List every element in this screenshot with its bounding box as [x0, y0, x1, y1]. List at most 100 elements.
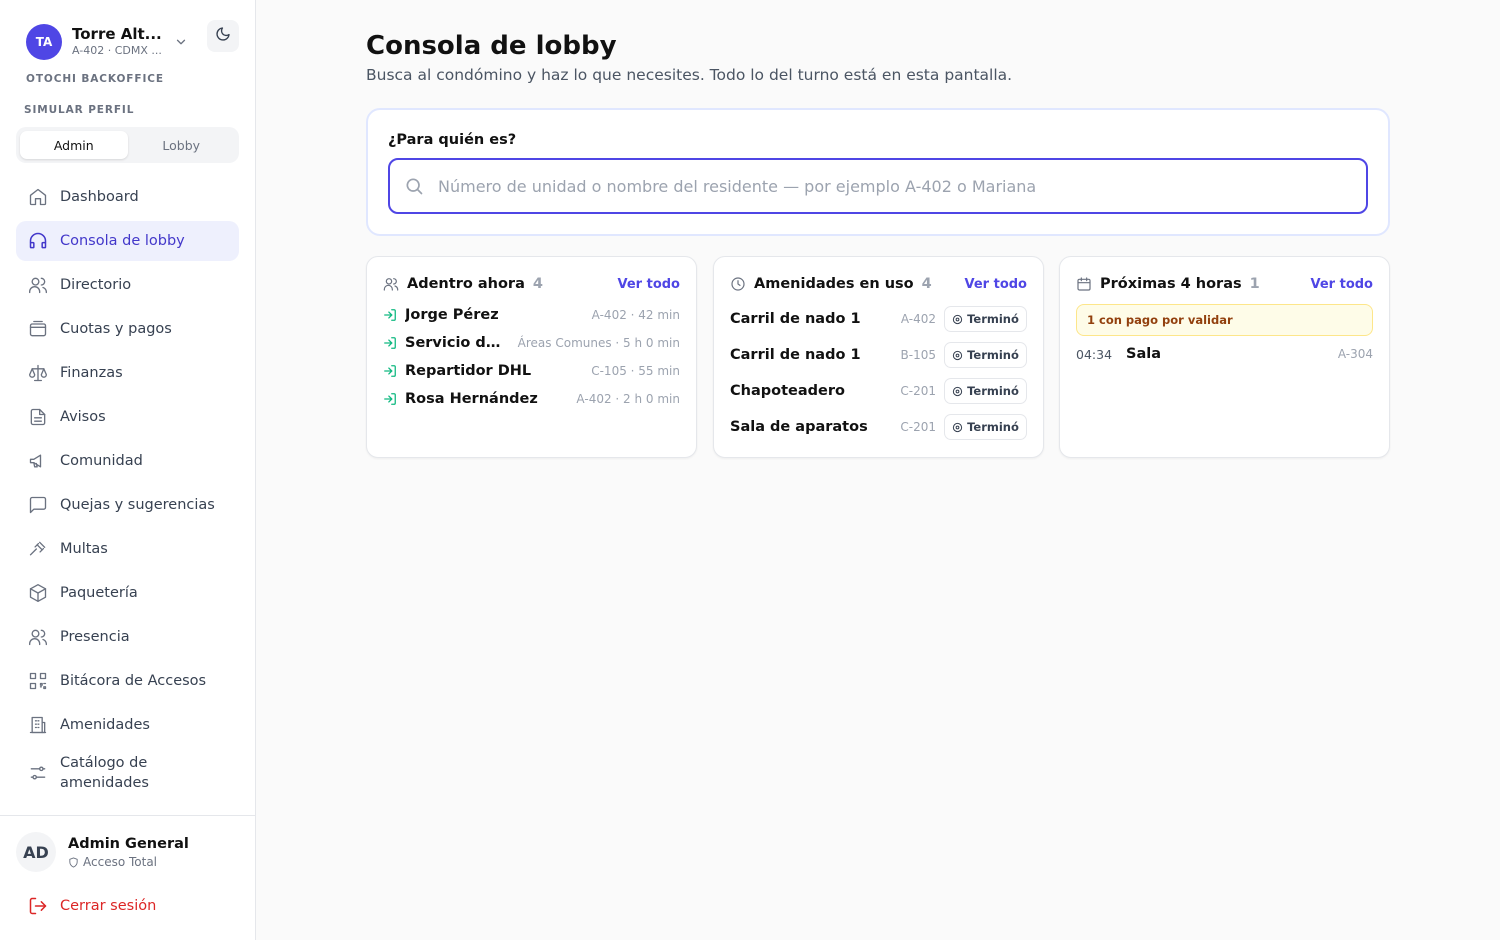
pending-payment-alert[interactable]: 1 con pago por validar	[1076, 304, 1373, 336]
sidebar-item-packages[interactable]: Paquetería	[16, 573, 239, 613]
view-all-link[interactable]: Ver todo	[618, 277, 681, 292]
search-card: ¿Para quién es?	[366, 108, 1390, 236]
list-item[interactable]: Servicio de... Áreas Comunes · 5 h 0 min	[383, 333, 680, 353]
sidebar-item-fees[interactable]: Cuotas y pagos	[16, 309, 239, 349]
list-item[interactable]: 04:34 Sala A-304	[1076, 344, 1373, 364]
list-item[interactable]: Carril de nado 1 A-402 Terminó	[730, 305, 1027, 333]
users-icon	[383, 276, 399, 292]
target-icon	[952, 422, 963, 433]
sidebar-item-directory[interactable]: Directorio	[16, 265, 239, 305]
sidebar-item-amenity-catalog[interactable]: Catálogo de amenidades	[16, 749, 239, 797]
entry-arrow-icon	[383, 336, 397, 350]
visitor-name: Rosa Hernández	[405, 391, 538, 407]
users-icon	[28, 627, 48, 647]
calendar-icon	[1076, 276, 1092, 292]
sidebar-item-label: Directorio	[60, 277, 132, 293]
wallet-icon	[28, 319, 48, 339]
sidebar-item-label: Avisos	[60, 409, 106, 425]
moon-icon	[215, 26, 231, 46]
search-box	[388, 158, 1368, 214]
logout-label: Cerrar sesión	[60, 898, 157, 914]
profile-admin-button[interactable]: Admin	[20, 131, 128, 159]
reservation-time: 04:34	[1076, 346, 1113, 362]
scale-icon	[28, 363, 48, 383]
org-subtitle: A-402 · CDMX ...	[72, 44, 162, 57]
entry-arrow-icon	[383, 392, 397, 406]
amenity-unit: A-402	[900, 312, 936, 326]
status-label: Terminó	[967, 312, 1019, 326]
sidebar-item-fines[interactable]: Multas	[16, 529, 239, 569]
reservation-unit: A-304	[1337, 347, 1373, 361]
sidebar-item-label: Cuotas y pagos	[60, 321, 172, 337]
theme-toggle-button[interactable]	[207, 20, 239, 52]
card-count: 4	[921, 276, 932, 292]
sidebar-item-amenities[interactable]: Amenidades	[16, 705, 239, 745]
list-item[interactable]: Repartidor DHL C-105 · 55 min	[383, 361, 680, 381]
sidebar-item-label: Comunidad	[60, 453, 143, 469]
profile-lobby-button[interactable]: Lobby	[128, 131, 236, 159]
sidebar-item-label: Catálogo de amenidades	[60, 755, 149, 791]
sidebar-item-label: Multas	[60, 541, 108, 557]
visitor-meta: Áreas Comunes · 5 h 0 min	[517, 336, 680, 350]
sidebar-item-access-log[interactable]: Bitácora de Accesos	[16, 661, 239, 701]
package-icon	[28, 583, 48, 603]
list-item[interactable]: Rosa Hernández A-402 · 2 h 0 min	[383, 389, 680, 409]
sidebar-item-dashboard[interactable]: Dashboard	[16, 177, 239, 217]
card-header: Amenidades en uso 4 Ver todo	[730, 274, 1027, 294]
status-label: Terminó	[967, 384, 1019, 398]
org-name: Torre Alt...	[72, 25, 162, 43]
amenity-name: Chapoteadero	[730, 383, 845, 399]
user-role: Acceso Total	[68, 855, 157, 869]
home-icon	[28, 187, 48, 207]
profile-switch: Admin Lobby	[16, 127, 239, 163]
headset-icon	[28, 231, 48, 251]
clock-icon	[730, 276, 746, 292]
visitor-meta: A-402 · 2 h 0 min	[576, 392, 680, 406]
list-item[interactable]: Sala de aparatos C-201 Terminó	[730, 413, 1027, 441]
sidebar-item-label: Presencia	[60, 629, 130, 645]
sidebar-item-complaints[interactable]: Quejas y sugerencias	[16, 485, 239, 525]
view-all-link[interactable]: Ver todo	[1311, 277, 1374, 292]
sidebar-nav: Dashboard Consola de lobby Directorio Cu…	[16, 177, 239, 801]
list-item[interactable]: Jorge Pérez A-402 · 42 min	[383, 305, 680, 325]
status-badge[interactable]: Terminó	[944, 414, 1027, 440]
megaphone-icon	[28, 451, 48, 471]
card-count: 1	[1249, 276, 1260, 292]
logout-button[interactable]: Cerrar sesión	[28, 896, 156, 916]
sidebar-item-finance[interactable]: Finanzas	[16, 353, 239, 393]
sidebar-item-lobby-console[interactable]: Consola de lobby	[16, 221, 239, 261]
status-badge[interactable]: Terminó	[944, 342, 1027, 368]
list-item[interactable]: Chapoteadero C-201 Terminó	[730, 377, 1027, 405]
sidebar-item-label: Dashboard	[60, 189, 139, 205]
simulate-profile-label: SIMULAR PERFIL	[24, 104, 135, 116]
user-role-label: Acceso Total	[83, 855, 158, 869]
list-item[interactable]: Carril de nado 1 B-105 Terminó	[730, 341, 1027, 369]
amenity-name: Carril de nado 1	[730, 311, 861, 327]
org-switcher[interactable]: TA Torre Alt... A-402 · CDMX ...	[26, 20, 239, 60]
card-count: 4	[532, 276, 543, 292]
sidebar: TA Torre Alt... A-402 · CDMX ... OTOCHI …	[0, 0, 256, 940]
search-input[interactable]	[438, 176, 1358, 196]
amenity-name: Sala de aparatos	[730, 419, 868, 435]
visitor-name: Repartidor DHL	[405, 363, 532, 379]
upcoming-card: Próximas 4 horas 1 Ver todo 1 con pago p…	[1059, 256, 1390, 458]
sidebar-item-label: Bitácora de Accesos	[60, 673, 207, 689]
target-icon	[952, 350, 963, 361]
sidebar-item-notices[interactable]: Avisos	[16, 397, 239, 437]
avatar: AD	[16, 832, 56, 872]
view-all-link[interactable]: Ver todo	[965, 277, 1028, 292]
sliders-icon	[28, 763, 48, 783]
sidebar-item-presence[interactable]: Presencia	[16, 617, 239, 657]
status-badge[interactable]: Terminó	[944, 306, 1027, 332]
amenity-unit: B-105	[900, 348, 936, 362]
sidebar-item-label: Quejas y sugerencias	[60, 497, 215, 513]
chevron-down-icon[interactable]	[174, 34, 188, 48]
users-icon	[28, 275, 48, 295]
card-header: Próximas 4 horas 1 Ver todo	[1076, 274, 1373, 294]
amenity-unit: C-201	[900, 420, 936, 434]
status-label: Terminó	[967, 420, 1019, 434]
status-badge[interactable]: Terminó	[944, 378, 1027, 404]
sidebar-item-community[interactable]: Comunidad	[16, 441, 239, 481]
page-subtitle: Busca al condómino y haz lo que necesite…	[366, 66, 1013, 84]
search-icon	[404, 176, 424, 196]
